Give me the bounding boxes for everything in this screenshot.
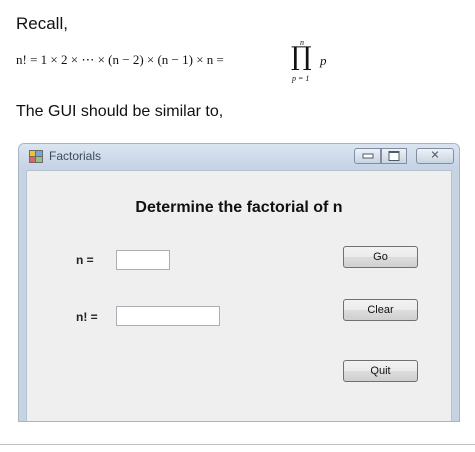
close-icon: ✕ [430,149,440,162]
maximize-button[interactable] [381,148,407,164]
minimize-icon [362,153,373,159]
quit-button[interactable]: Quit [343,360,418,382]
window-titlebar[interactable]: Factorials ✕ [19,144,459,170]
page-divider [0,444,475,445]
gui-intro-text: The GUI should be similar to, [16,103,224,120]
result-field[interactable] [116,306,220,326]
go-button[interactable]: Go [343,246,418,268]
product-lower-limit: p = 1 [292,74,310,83]
factorial-formula: n! = 1 × 2 × ⋯ × (n − 2) × (n − 1) × n =… [16,38,376,86]
window-title: Factorials [49,149,102,163]
maximize-icon [388,151,400,161]
window-client-area: Determine the factorial of n n = n! = Go… [26,170,452,421]
app-window-icon [29,150,43,163]
n-input[interactable] [116,250,170,270]
factorials-window: Factorials ✕ Determine the factorial of … [18,143,460,422]
formula-lhs: n! = 1 × 2 × ⋯ × (n − 2) × (n − 1) × n = [16,52,224,67]
n-label: n = [76,253,94,267]
clear-button[interactable]: Clear [343,299,418,321]
minimize-button[interactable] [354,148,381,164]
product-term: p [320,53,327,68]
close-button[interactable]: ✕ [416,148,454,164]
result-label: n! = [76,310,98,324]
form-heading: Determine the factorial of n [135,199,343,216]
recall-text: Recall, [16,14,68,33]
product-symbol: ∏ [291,42,312,72]
